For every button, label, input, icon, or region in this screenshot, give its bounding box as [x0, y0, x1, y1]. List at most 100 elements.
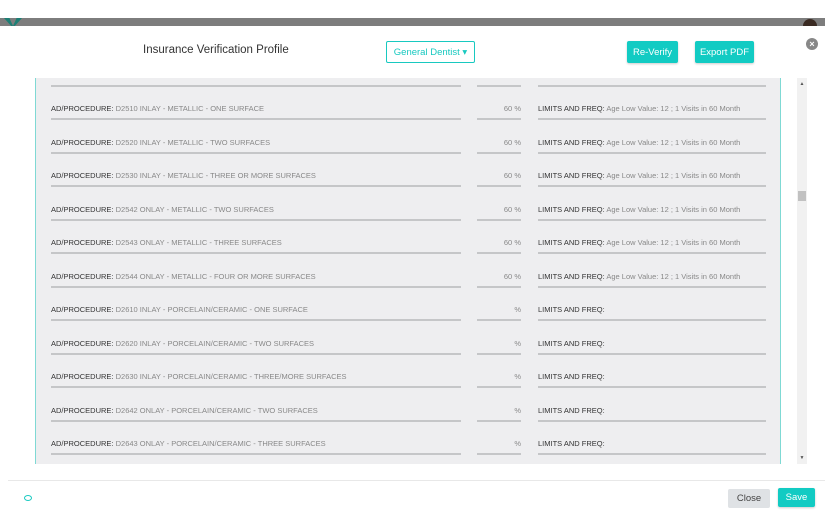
procedure-field[interactable]: AD/PROCEDURE: D2530 INLAY - METALLIC - T… [51, 170, 461, 187]
procedure-field[interactable]: AD/PROCEDURE: D2542 ONLAY - METALLIC - T… [51, 204, 461, 221]
procedure-label: AD/PROCEDURE: [51, 305, 114, 314]
procedure-field[interactable]: AD/PROCEDURE: D2544 ONLAY - METALLIC - F… [51, 271, 461, 288]
eye-icon[interactable] [24, 495, 32, 501]
percent-value: % [514, 372, 521, 381]
percent-value: 60 % [503, 104, 521, 113]
scrollbar[interactable]: ▲ ▼ [797, 78, 807, 464]
procedure-value: D2542 ONLAY - METALLIC - TWO SURFACES [115, 204, 274, 214]
limits-label: LIMITS AND FREQ: [538, 439, 605, 448]
limits-label: LIMITS AND FREQ: [538, 171, 605, 180]
percent-field[interactable]: 60 % [477, 170, 521, 187]
limits-field[interactable]: LIMITS AND FREQ: Age Low Value: 12 ; 1 V… [538, 271, 766, 288]
percent-value: % [514, 338, 521, 348]
percent-field[interactable]: % [477, 304, 521, 321]
table-row: AD/PROCEDURE: D2530 INLAY - METALLIC - T… [36, 170, 780, 204]
procedure-label: AD/PROCEDURE: [51, 405, 114, 415]
limits-field[interactable]: LIMITS AND FREQ: [538, 338, 766, 355]
limits-field[interactable]: LIMITS AND FREQ: Age Low Value: 12 ; 1 V… [538, 204, 766, 221]
percent-field[interactable]: 60 % [477, 237, 521, 254]
scroll-down-icon[interactable]: ▼ [797, 455, 807, 461]
percent-value: 60 % [503, 137, 521, 147]
limits-label: LIMITS AND FREQ: [538, 305, 605, 314]
reverify-button[interactable]: Re-Verify [627, 41, 678, 63]
table-row: AD/PROCEDURE: D2520 INLAY - METALLIC - T… [36, 137, 780, 171]
procedure-field[interactable]: AD/PROCEDURE: D2610 INLAY - PORCELAIN/CE… [51, 304, 461, 321]
procedure-label: AD/PROCEDURE: [51, 171, 114, 180]
limits-label: LIMITS AND FREQ: [538, 238, 605, 247]
limits-value: Age Low Value: 12 ; 1 Visits in 60 Month [606, 171, 741, 180]
procedure-value: D2530 INLAY - METALLIC - THREE OR MORE S… [115, 171, 316, 180]
percent-field[interactable]: 60 % [477, 271, 521, 288]
close-button[interactable]: Close [728, 489, 770, 508]
percent-value: 60 % [503, 171, 521, 180]
limits-value: Age Low Value: 12 ; 1 Visits in 60 Month [606, 104, 741, 113]
table-row: AD/PROCEDURE: D2510 INLAY - METALLIC - O… [36, 103, 780, 137]
limits-label: LIMITS AND FREQ: [538, 204, 605, 214]
procedure-field[interactable]: AD/PROCEDURE: D2642 ONLAY - PORCELAIN/CE… [51, 405, 461, 422]
procedure-value: D2520 INLAY - METALLIC - TWO SURFACES [115, 137, 271, 147]
table-row [36, 78, 780, 104]
limits-field[interactable]: LIMITS AND FREQ: Age Low Value: 12 ; 1 V… [538, 170, 766, 187]
table-row: AD/PROCEDURE: D2620 INLAY - PORCELAIN/CE… [36, 338, 780, 372]
limits-field[interactable]: LIMITS AND FREQ: Age Low Value: 12 ; 1 V… [538, 103, 766, 120]
scroll-up-icon[interactable]: ▲ [797, 81, 807, 87]
procedure-label: AD/PROCEDURE: [51, 372, 114, 381]
procedure-label: AD/PROCEDURE: [51, 104, 114, 113]
close-circle-icon[interactable]: × [806, 38, 818, 50]
procedure-field[interactable]: AD/PROCEDURE: D2543 ONLAY - METALLIC - T… [51, 237, 461, 254]
limits-label: LIMITS AND FREQ: [538, 372, 605, 381]
procedure-value: D2543 ONLAY - METALLIC - THREE SURFACES [115, 238, 282, 247]
procedure-label: AD/PROCEDURE: [51, 238, 114, 247]
percent-value: % [514, 439, 521, 448]
procedure-value: D2610 INLAY - PORCELAIN/CERAMIC - ONE SU… [115, 305, 308, 314]
percent-field[interactable]: 60 % [477, 137, 521, 154]
save-button[interactable]: Save [778, 488, 815, 507]
limits-field[interactable]: LIMITS AND FREQ: Age Low Value: 12 ; 1 V… [538, 237, 766, 254]
limits-field[interactable]: LIMITS AND FREQ: [538, 405, 766, 422]
percent-field[interactable]: % [477, 405, 521, 422]
limits-value: Age Low Value: 12 ; 1 Visits in 60 Month [606, 204, 741, 214]
procedure-field[interactable]: AD/PROCEDURE: D2643 ONLAY - PORCELAIN/CE… [51, 438, 461, 455]
limits-field[interactable]: LIMITS AND FREQ: [538, 371, 766, 388]
procedure-field[interactable]: AD/PROCEDURE: D2630 INLAY - PORCELAIN/CE… [51, 371, 461, 388]
percent-field[interactable]: 60 % [477, 103, 521, 120]
limits-value: Age Low Value: 12 ; 1 Visits in 60 Month [606, 238, 741, 247]
limits-value: Age Low Value: 12 ; 1 Visits in 60 Month [606, 137, 741, 147]
percent-value: % [514, 305, 521, 314]
procedure-label: AD/PROCEDURE: [51, 137, 114, 147]
procedure-list: AD/PROCEDURE: D2510 INLAY - METALLIC - O… [35, 78, 781, 464]
procedure-value: D2510 INLAY - METALLIC - ONE SURFACE [115, 104, 264, 113]
percent-value: 60 % [503, 271, 521, 281]
percent-field[interactable]: % [477, 371, 521, 388]
export-pdf-button[interactable]: Export PDF [695, 41, 754, 63]
scrollbar-thumb[interactable] [798, 191, 806, 201]
procedure-value: D2620 INLAY - PORCELAIN/CERAMIC - TWO SU… [115, 338, 314, 348]
procedure-label: AD/PROCEDURE: [51, 204, 114, 214]
limits-field[interactable]: LIMITS AND FREQ: [538, 304, 766, 321]
percent-field[interactable]: % [477, 338, 521, 355]
percent-field[interactable]: % [477, 438, 521, 455]
limits-label: LIMITS AND FREQ: [538, 271, 605, 281]
procedure-value: D2643 ONLAY - PORCELAIN/CERAMIC - THREE … [115, 439, 326, 448]
specialty-dropdown[interactable]: General Dentist ▾ [386, 41, 475, 63]
table-row: AD/PROCEDURE: D2542 ONLAY - METALLIC - T… [36, 204, 780, 238]
footer-divider [8, 480, 825, 481]
modal-title: Insurance Verification Profile [143, 44, 289, 56]
avatar [803, 19, 817, 26]
percent-field[interactable]: 60 % [477, 204, 521, 221]
limits-field[interactable]: LIMITS AND FREQ: Age Low Value: 12 ; 1 V… [538, 137, 766, 154]
procedure-field[interactable]: AD/PROCEDURE: D2620 INLAY - PORCELAIN/CE… [51, 338, 461, 355]
procedure-label: AD/PROCEDURE: [51, 338, 114, 348]
table-row: AD/PROCEDURE: D2610 INLAY - PORCELAIN/CE… [36, 304, 780, 338]
table-row: AD/PROCEDURE: D2643 ONLAY - PORCELAIN/CE… [36, 438, 780, 464]
page-backdrop [0, 18, 825, 26]
procedure-label: AD/PROCEDURE: [51, 271, 114, 281]
limits-label: LIMITS AND FREQ: [538, 104, 605, 113]
limits-field[interactable]: LIMITS AND FREQ: [538, 438, 766, 455]
procedure-field[interactable]: AD/PROCEDURE: D2520 INLAY - METALLIC - T… [51, 137, 461, 154]
percent-value: % [514, 405, 521, 415]
table-row: AD/PROCEDURE: D2543 ONLAY - METALLIC - T… [36, 237, 780, 271]
limits-value: Age Low Value: 12 ; 1 Visits in 60 Month [606, 271, 741, 281]
procedure-field[interactable]: AD/PROCEDURE: D2510 INLAY - METALLIC - O… [51, 103, 461, 120]
table-row: AD/PROCEDURE: D2544 ONLAY - METALLIC - F… [36, 271, 780, 305]
